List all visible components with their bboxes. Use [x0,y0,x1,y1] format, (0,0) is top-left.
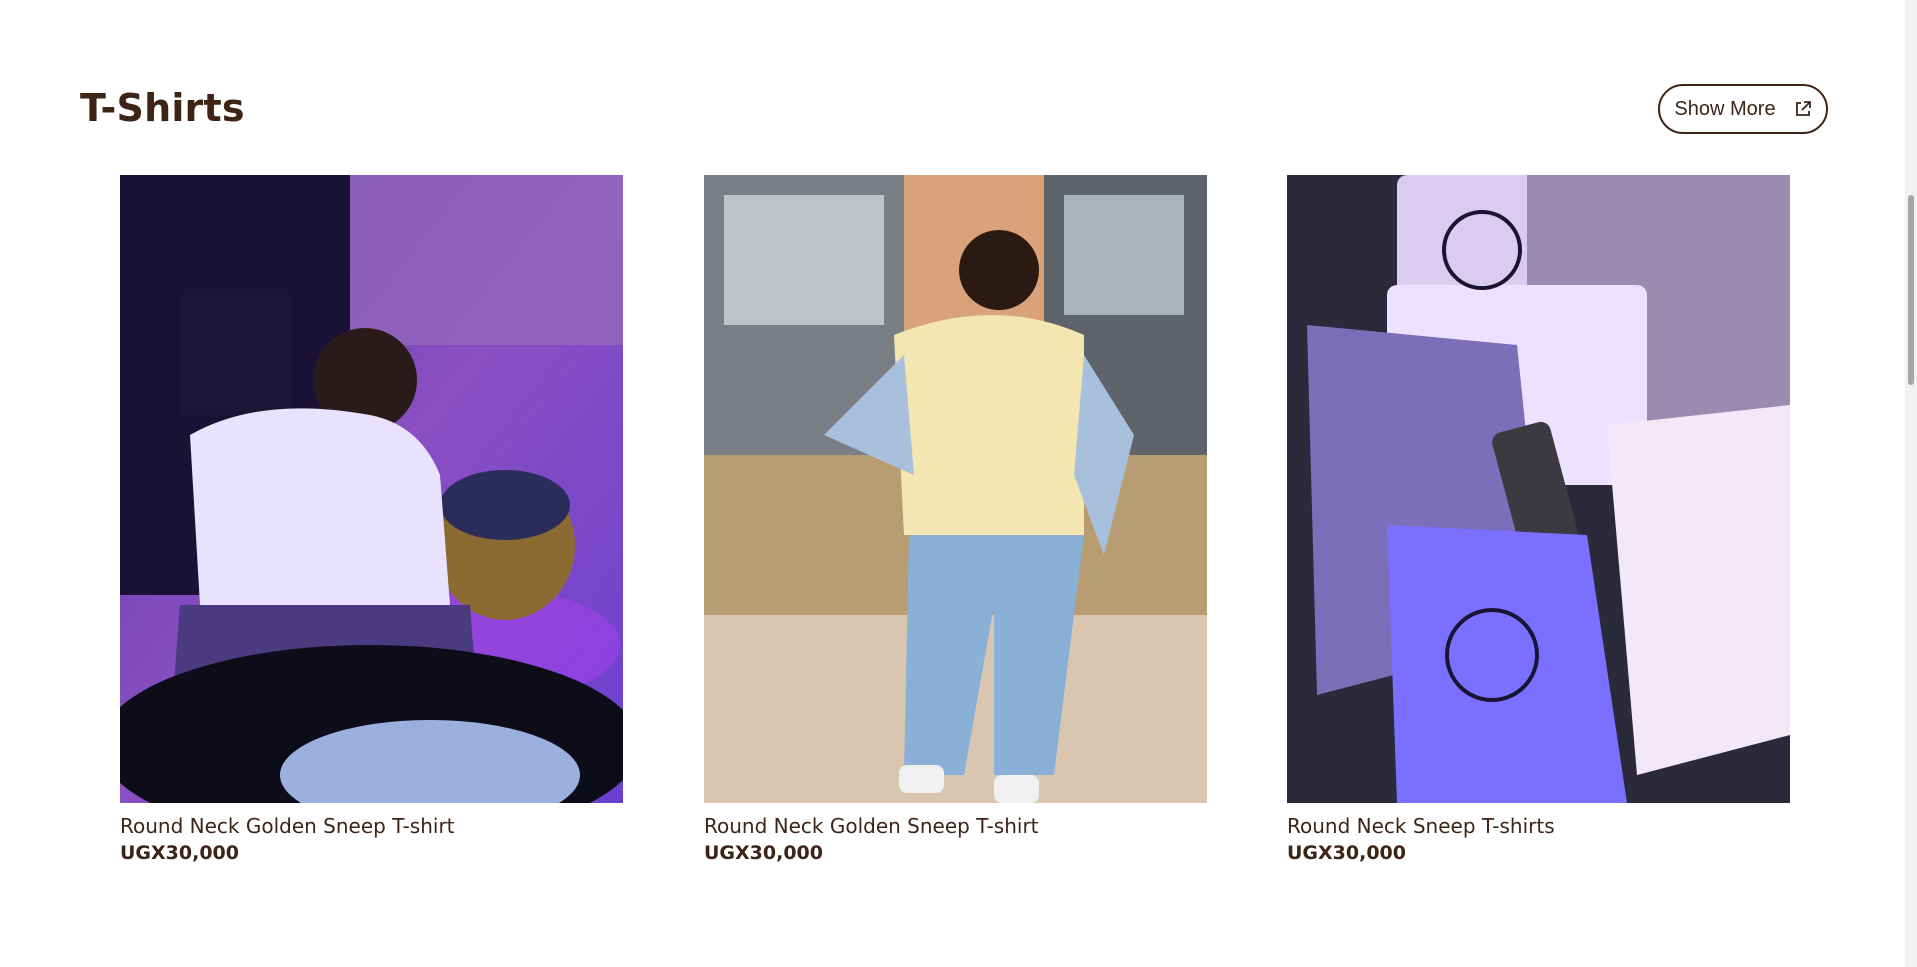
product-price: UGX30,000 [1287,842,1406,864]
product-card[interactable]: Round Neck Golden Sneep T-shirt UGX30,00… [704,175,1207,865]
show-more-label: Show More [1674,97,1776,120]
page: T-Shirts Show More Round Neck Golden Sne… [0,0,1917,967]
product-image[interactable] [120,175,623,803]
product-image[interactable] [1287,175,1790,803]
product-image[interactable] [704,175,1207,803]
scrollbar-thumb[interactable] [1908,195,1914,385]
external-link-icon [1794,100,1812,118]
show-more-button[interactable]: Show More [1658,84,1828,134]
section-title: T-Shirts [80,86,245,130]
product-card[interactable]: Round Neck Sneep T-shirts UGX30,000 [1287,175,1790,865]
product-price: UGX30,000 [704,842,823,864]
product-card[interactable]: Round Neck Golden Sneep T-shirt UGX30,00… [120,175,623,865]
product-name[interactable]: Round Neck Golden Sneep T-shirt [120,813,623,839]
product-name[interactable]: Round Neck Sneep T-shirts [1287,813,1790,839]
product-price: UGX30,000 [120,842,239,864]
product-name[interactable]: Round Neck Golden Sneep T-shirt [704,813,1207,839]
scrollbar[interactable] [1905,0,1917,967]
